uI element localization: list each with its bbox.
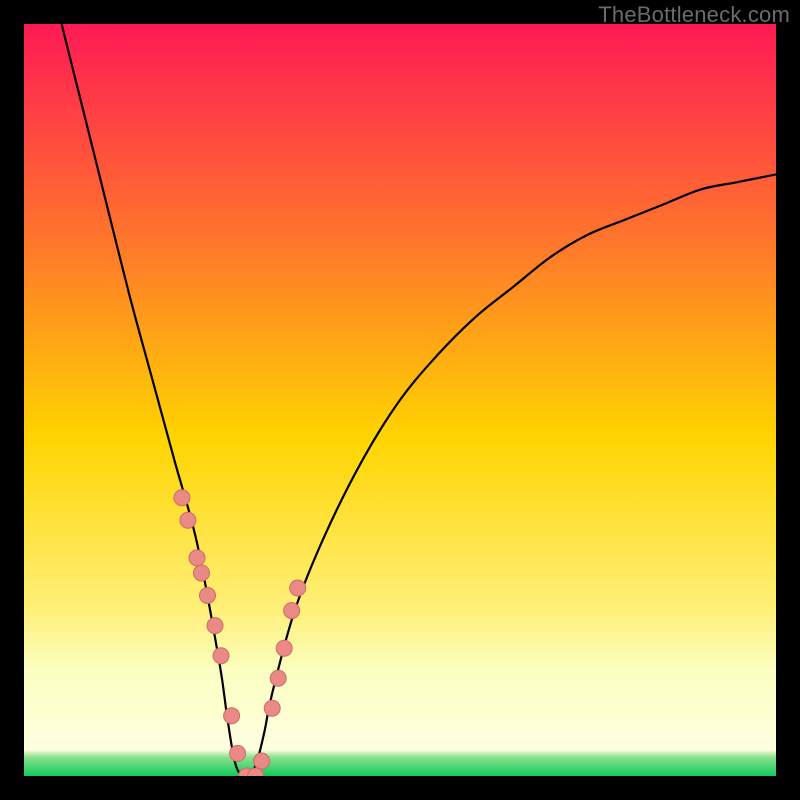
curve-marker: [189, 550, 205, 566]
watermark-text: TheBottleneck.com: [598, 2, 790, 28]
curve-marker: [284, 603, 300, 619]
curve-marker: [254, 753, 270, 769]
curve-marker: [194, 565, 210, 581]
chart-frame: [24, 24, 776, 776]
bottleneck-chart: [24, 24, 776, 776]
curve-marker: [224, 708, 240, 724]
curve-marker: [230, 745, 246, 761]
curve-marker: [180, 512, 196, 528]
curve-marker: [213, 648, 229, 664]
curve-marker: [207, 618, 223, 634]
curve-marker: [200, 588, 216, 604]
curve-marker: [270, 670, 286, 686]
curve-marker: [276, 640, 292, 656]
curve-marker: [174, 490, 190, 506]
curve-marker: [290, 580, 306, 596]
curve-marker: [264, 700, 280, 716]
